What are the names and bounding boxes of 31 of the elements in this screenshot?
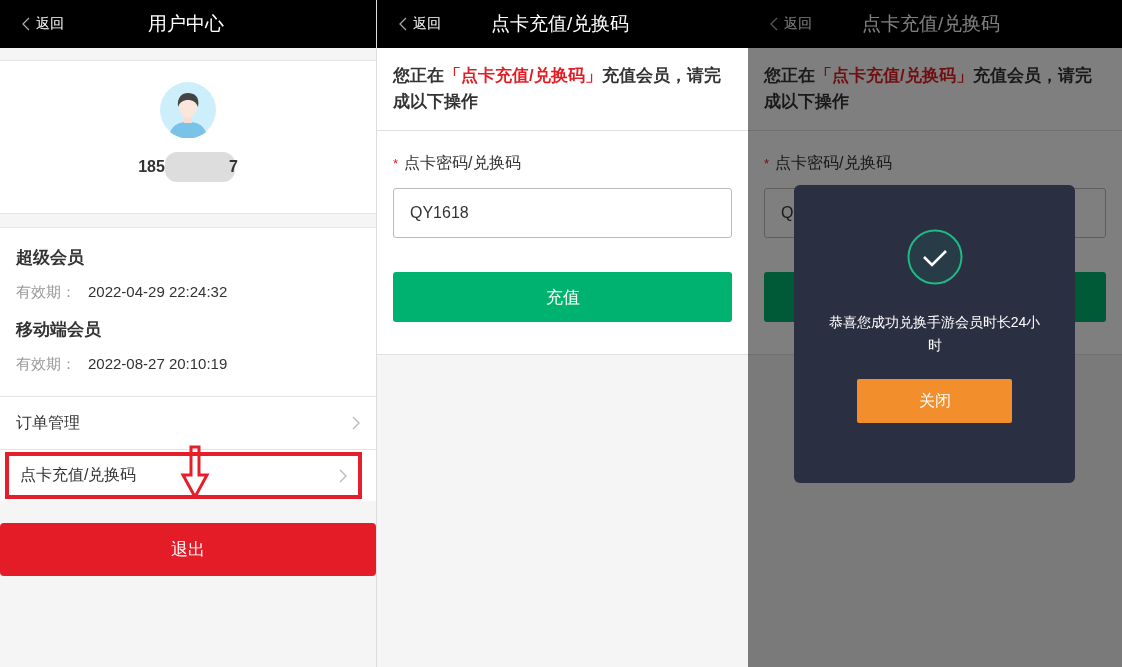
- field-label: 点卡密码/兑换码: [775, 153, 892, 173]
- menu-item[interactable]: 点卡充值/兑换码: [5, 452, 362, 499]
- check-circle-icon: [906, 229, 963, 285]
- required-mark: *: [393, 156, 399, 171]
- validity-label: 有效期：: [16, 355, 76, 374]
- back-icon: [22, 17, 30, 31]
- validity-date: 2022-04-29 22:24:32: [88, 283, 228, 302]
- code-input-field[interactable]: QY1618: [393, 188, 732, 238]
- field-label: 点卡密码/兑换码: [404, 153, 521, 173]
- avatar-icon: [160, 82, 216, 138]
- validity-label: 有效期：: [16, 283, 76, 302]
- logout-button[interactable]: 退出: [0, 523, 376, 576]
- back-button[interactable]: 返回: [399, 15, 441, 33]
- chevron-icon: [339, 468, 347, 483]
- validity-date: 2022-08-27 20:10:19: [88, 355, 228, 374]
- chevron-icon: [352, 416, 360, 430]
- page-title: 用户中心: [148, 12, 224, 36]
- back-icon: [770, 17, 778, 31]
- page-title: 点卡充值/兑换码: [491, 12, 630, 36]
- membership-name: 超级会员: [16, 247, 85, 269]
- instruction-text: 您正在「点卡充值/兑换码」充值会员，请完成以下操作: [748, 48, 1122, 131]
- required-mark: *: [764, 156, 770, 171]
- phone-number: 185: [138, 158, 165, 176]
- phone-number: 7: [228, 158, 238, 176]
- instruction-text: 您正在「点卡充值/兑换码」充值会员，请完成以下操作: [377, 48, 748, 131]
- page-title: 点卡充值/兑换码: [862, 12, 1001, 36]
- success-message: 恭喜您成功兑换手游会员时长24小时: [827, 313, 1042, 355]
- back-button[interactable]: 返回: [22, 15, 64, 33]
- back-button[interactable]: 返回: [770, 15, 812, 33]
- back-icon: [399, 17, 407, 31]
- membership-name: 移动端会员: [16, 319, 102, 341]
